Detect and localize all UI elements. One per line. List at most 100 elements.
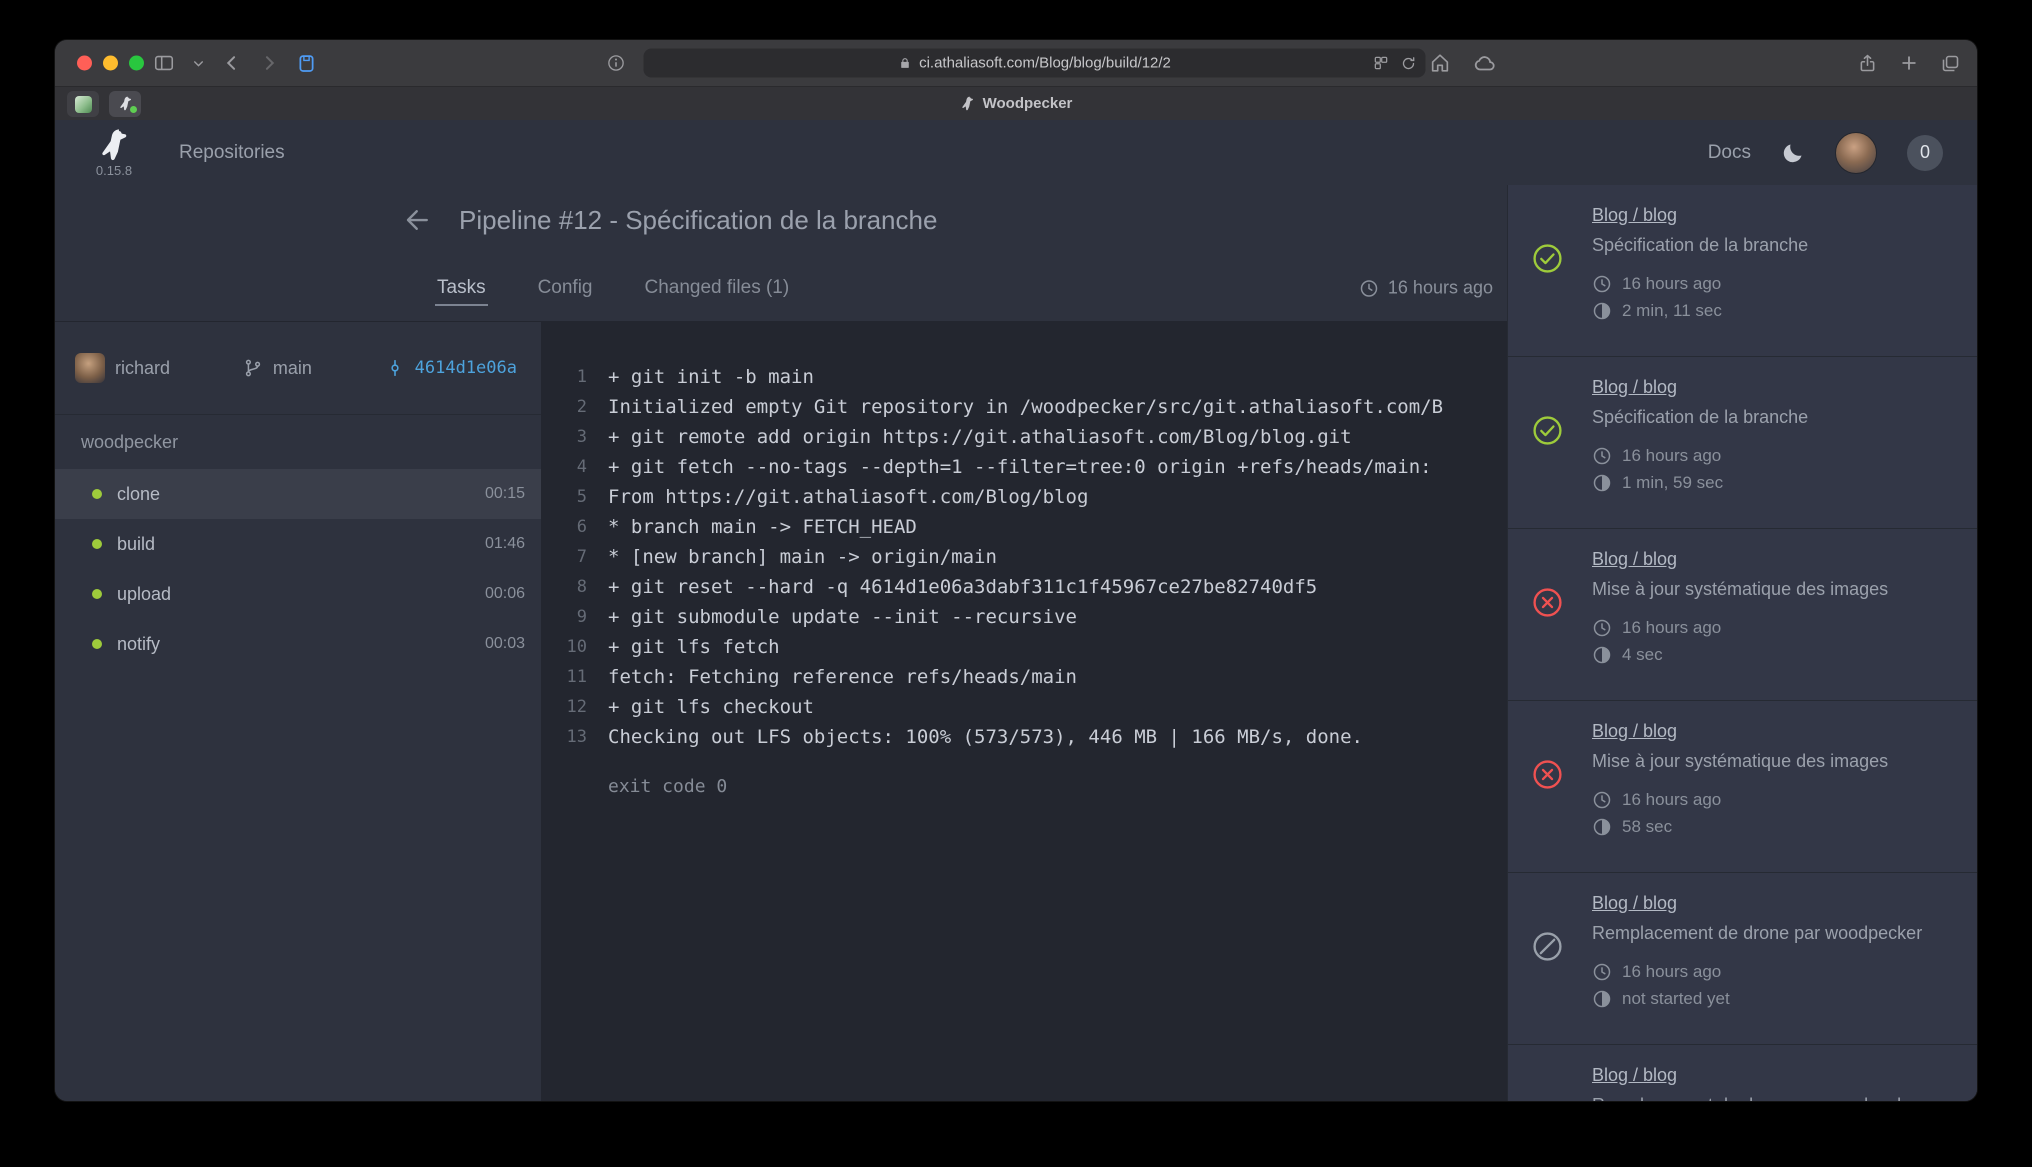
step-duration: 00:15 <box>485 485 525 503</box>
dark-mode-toggle-icon[interactable] <box>1781 141 1805 165</box>
info-icon[interactable] <box>607 54 626 73</box>
page-settings-icon[interactable] <box>1373 55 1390 72</box>
nav-docs[interactable]: Docs <box>1708 142 1751 164</box>
pipeline-step[interactable]: build 01:46 <box>55 519 541 569</box>
pipeline-updated-text: 16 hours ago <box>1388 278 1493 299</box>
share-icon[interactable] <box>1857 53 1878 74</box>
address-bar[interactable]: ci.athaliasoft.com/Blog/blog/build/12/2 <box>644 49 1426 78</box>
app-navbar: 0.15.8 Repositories Docs 0 <box>55 120 1977 185</box>
log-line-number: 1 <box>541 367 587 387</box>
user-avatar[interactable] <box>1835 132 1877 174</box>
pipeline-commit[interactable]: 4614d1e06a <box>385 358 517 378</box>
pipeline-main: Pipeline #12 - Spécification de la branc… <box>55 185 1507 1101</box>
log-line-text: + git init -b main <box>608 366 814 388</box>
log-line: 9 + git submodule update --init --recurs… <box>541 602 1507 632</box>
log-line: 12 + git lfs checkout <box>541 692 1507 722</box>
pipeline-time: 16 hours ago <box>1592 614 1951 641</box>
tab-overview-icon[interactable] <box>1940 53 1961 74</box>
pipeline-duration-text: 2 min, 11 sec <box>1622 301 1722 321</box>
clock-icon <box>1592 962 1612 982</box>
step-status-dot <box>92 489 102 499</box>
fullscreen-window-button[interactable] <box>129 56 144 71</box>
pipeline-repo-link[interactable]: Blog / blog <box>1592 377 1677 398</box>
pipeline-list-item[interactable]: Blog / blog Remplacement de drone par wo… <box>1508 873 1977 1045</box>
step-name: upload <box>117 584 171 605</box>
sidebar-toggle-icon[interactable] <box>153 52 175 74</box>
app-version: 0.15.8 <box>96 163 132 178</box>
workflow-label: woodpecker <box>55 415 541 469</box>
pipeline-list-item[interactable]: Blog / blog Remplacement de drone par wo… <box>1508 1045 1977 1101</box>
log-line-number: 13 <box>541 727 587 747</box>
forward-button[interactable] <box>259 53 279 73</box>
pipeline-message: Mise à jour systématique des images <box>1592 579 1951 600</box>
pipeline-tab[interactable]: Config <box>538 255 593 321</box>
log-line-number: 9 <box>541 607 587 627</box>
step-list: clone 00:15 build 01:46 upload 00:06 <box>55 469 541 669</box>
browser-tabbar: Woodpecker <box>55 86 1977 120</box>
log-line-number: 8 <box>541 577 587 597</box>
back-button[interactable] <box>222 53 242 73</box>
clock-icon <box>1592 274 1612 294</box>
nav-repositories[interactable]: Repositories <box>179 142 285 164</box>
log-line-text: + git lfs checkout <box>608 696 814 718</box>
pipeline-step[interactable]: notify 00:03 <box>55 619 541 669</box>
step-name: clone <box>117 484 160 505</box>
log-line: 5 From https://git.athaliasoft.com/Blog/… <box>541 482 1507 512</box>
clock-icon <box>1592 618 1612 638</box>
active-tab[interactable]: Woodpecker <box>960 95 1073 112</box>
pipeline-title: Pipeline #12 - Spécification de la branc… <box>459 205 937 236</box>
failure-x-icon <box>1532 759 1563 790</box>
reload-icon[interactable] <box>1401 55 1417 71</box>
tab-woodpecker-favicon[interactable] <box>109 91 141 117</box>
tab-other-site[interactable] <box>67 91 99 117</box>
woodpecker-logo[interactable]: 0.15.8 <box>95 128 133 178</box>
new-tab-icon[interactable] <box>1899 53 1919 73</box>
back-arrow-icon[interactable] <box>403 205 433 235</box>
pipeline-time: 16 hours ago <box>1592 270 1951 297</box>
commit-hash[interactable]: 4614d1e06a <box>415 358 517 378</box>
pipeline-tab[interactable]: Tasks <box>437 255 486 321</box>
success-check-icon <box>1532 415 1563 446</box>
commit-icon <box>385 358 405 378</box>
branch-name: main <box>273 358 312 379</box>
log-line: 2 Initialized empty Git repository in /w… <box>541 392 1507 422</box>
chevron-down-icon[interactable] <box>192 57 205 70</box>
pipeline-duration: 2 min, 11 sec <box>1592 297 1951 324</box>
log-line-number: 11 <box>541 667 587 687</box>
home-icon[interactable] <box>1429 52 1451 74</box>
log-line: 13 Checking out LFS objects: 100% (573/5… <box>541 722 1507 752</box>
branch-icon <box>243 358 263 378</box>
pipeline-tab[interactable]: Changed files (1) <box>645 255 790 321</box>
cloud-icon[interactable] <box>1473 51 1497 75</box>
log-output[interactable]: 1 + git init -b main 2 Initialized empty… <box>541 322 1507 1101</box>
pinned-app-icon[interactable] <box>296 53 317 74</box>
pipeline-repo-link[interactable]: Blog / blog <box>1592 893 1677 914</box>
log-line-text: + git fetch --no-tags --depth=1 --filter… <box>608 456 1432 478</box>
pipeline-step[interactable]: upload 00:06 <box>55 569 541 619</box>
pipeline-updated: 16 hours ago <box>1359 278 1493 299</box>
pipeline-list-item[interactable]: Blog / blog Spécification de la branche … <box>1508 357 1977 529</box>
pipeline-time-text: 16 hours ago <box>1622 790 1721 810</box>
log-line: 4 + git fetch --no-tags --depth=1 --filt… <box>541 452 1507 482</box>
woodpecker-app: 0.15.8 Repositories Docs 0 Pipeline #12 … <box>55 120 1977 1101</box>
pipeline-repo-link[interactable]: Blog / blog <box>1592 1065 1677 1086</box>
pipeline-step[interactable]: clone 00:15 <box>55 469 541 519</box>
pipeline-list-item[interactable]: Blog / blog Mise à jour systématique des… <box>1508 529 1977 701</box>
log-line-number: 5 <box>541 487 587 507</box>
pipeline-repo-link[interactable]: Blog / blog <box>1592 205 1677 226</box>
duration-icon <box>1592 301 1612 321</box>
minimize-window-button[interactable] <box>103 56 118 71</box>
pipeline-branch: main <box>243 358 312 379</box>
pipeline-time-text: 16 hours ago <box>1622 446 1721 466</box>
close-window-button[interactable] <box>77 56 92 71</box>
notification-badge[interactable]: 0 <box>1907 135 1943 171</box>
author-avatar <box>75 353 105 383</box>
step-status-dot <box>92 639 102 649</box>
pipeline-repo-link[interactable]: Blog / blog <box>1592 721 1677 742</box>
log-line: 11 fetch: Fetching reference refs/heads/… <box>541 662 1507 692</box>
pipeline-list-item[interactable]: Blog / blog Spécification de la branche … <box>1508 185 1977 357</box>
log-line: 8 + git reset --hard -q 4614d1e06a3dabf3… <box>541 572 1507 602</box>
pipeline-repo-link[interactable]: Blog / blog <box>1592 549 1677 570</box>
pipeline-time-text: 16 hours ago <box>1622 962 1721 982</box>
pipeline-list-item[interactable]: Blog / blog Mise à jour systématique des… <box>1508 701 1977 873</box>
